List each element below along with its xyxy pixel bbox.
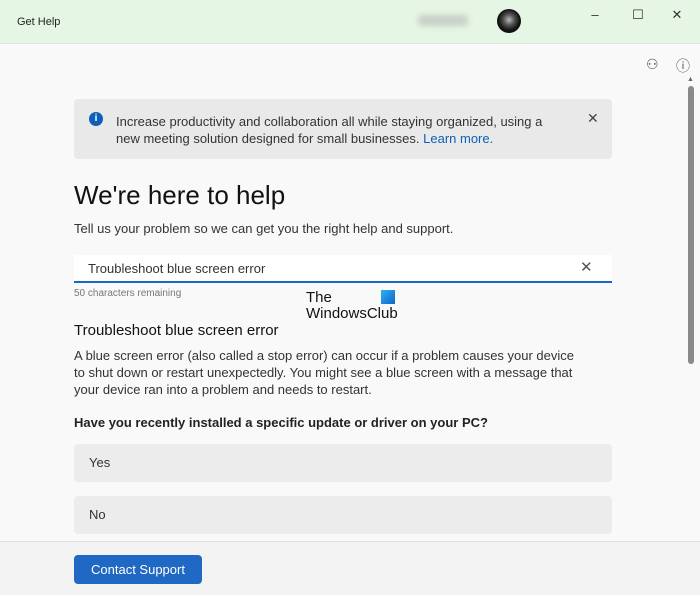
watermark-line2: WindowsClub bbox=[306, 305, 398, 322]
page-subtitle: Tell us your problem so we can get you t… bbox=[74, 221, 454, 236]
contact-support-button[interactable]: Contact Support bbox=[74, 555, 202, 584]
info-icon: i bbox=[89, 112, 103, 126]
user-name-blurred bbox=[418, 15, 468, 26]
scrollbar[interactable] bbox=[688, 86, 694, 364]
dismiss-banner-icon[interactable]: ✕ bbox=[587, 110, 599, 127]
footer: Contact Support bbox=[0, 541, 700, 595]
page-title: We're here to help bbox=[74, 180, 286, 210]
result-description: A blue screen error (also called a stop … bbox=[74, 348, 575, 397]
scroll-up-icon[interactable]: ▲ bbox=[687, 76, 694, 83]
clear-icon[interactable]: ✕ bbox=[580, 258, 593, 276]
problem-input[interactable]: Troubleshoot blue screen error ✕ bbox=[74, 255, 612, 283]
characters-remaining: 50 characters remaining bbox=[74, 288, 182, 299]
avatar[interactable] bbox=[497, 9, 521, 33]
watermark-logo-icon bbox=[381, 290, 395, 304]
option-yes[interactable]: Yes bbox=[74, 444, 612, 482]
result-title: Troubleshoot blue screen error bbox=[74, 322, 279, 339]
option-no[interactable]: No bbox=[74, 496, 612, 534]
info-banner: i Increase productivity and collaboratio… bbox=[74, 99, 612, 159]
question: Have you recently installed a specific u… bbox=[74, 415, 488, 430]
title-bar: Get Help – ☐ ✕ bbox=[0, 0, 700, 44]
close-button[interactable]: ✕ bbox=[667, 7, 687, 23]
maximize-button[interactable]: ☐ bbox=[628, 7, 648, 23]
problem-input-value: Troubleshoot blue screen error bbox=[88, 261, 266, 276]
learn-more-link[interactable]: Learn more. bbox=[423, 131, 493, 146]
app-title: Get Help bbox=[17, 16, 61, 28]
info-icon[interactable]: ⓘ bbox=[676, 56, 690, 76]
community-icon[interactable]: ⚇ bbox=[646, 56, 659, 73]
minimize-button[interactable]: – bbox=[585, 7, 605, 22]
